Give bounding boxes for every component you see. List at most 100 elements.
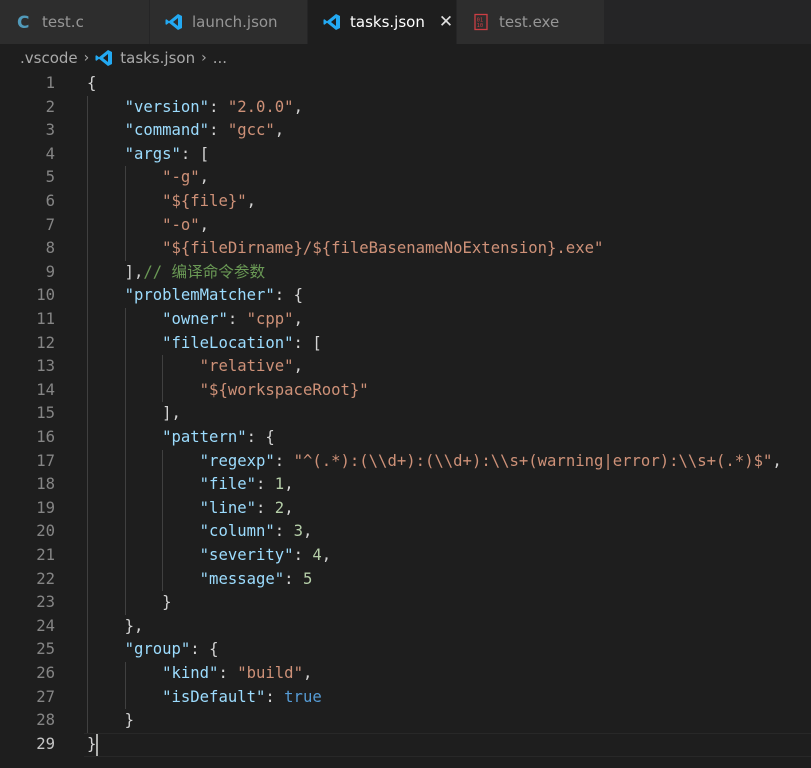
indent-guide [87,355,88,379]
tab-label: test.c [42,13,84,31]
code-line[interactable]: 14 "${workspaceRoot}" [0,378,811,403]
code-line[interactable]: 1{ [0,72,811,96]
line-number: 5 [45,168,55,187]
vscode-icon [323,14,340,30]
indent-guide [124,662,126,686]
code-line[interactable]: 23 } [0,591,811,615]
breadcrumb-more[interactable]: ... [213,49,227,67]
indent-guide [87,142,88,167]
indent-guide [124,166,126,190]
code-line[interactable]: 19 "line": 2, [0,496,811,521]
line-number: 24 [36,616,55,635]
indent-guide [124,591,126,615]
indent-guide [87,378,88,403]
indent-guide [124,237,126,261]
code-text: "fileLocation": [ [162,333,322,352]
code-line[interactable]: 21 "severity": 4, [0,544,811,568]
line-number: 20 [36,522,55,541]
code-text: ],// 编译命令参数 [124,262,266,281]
code-text: "-o", [162,215,210,234]
indent-guide [124,426,126,450]
breadcrumb-file[interactable]: tasks.json [120,49,195,67]
code-line[interactable]: 17 "regexp": "^(.*):(\\d+):(\\d+):\\s+(w… [0,449,811,474]
code-line[interactable]: 10 "problemMatcher": { [0,284,811,308]
indent-guide [124,449,126,474]
line-number: 14 [36,380,55,399]
code-line[interactable]: 3 "command": "gcc", [0,119,811,143]
close-icon[interactable]: ✕ [439,12,453,32]
line-number: 16 [36,428,55,446]
tab-launch-json[interactable]: launch.json [150,0,308,44]
code-line[interactable]: 26 "kind": "build", [0,662,811,686]
line-number: 1 [45,74,55,92]
line-number: 29 [36,734,55,753]
code-line[interactable]: 7 "-o", [0,213,811,238]
code-line[interactable]: 22 "message": 5 [0,567,811,592]
code-line[interactable]: 27 "isDefault": true [0,685,811,710]
code-line[interactable]: 13 "relative", [0,355,811,379]
text-cursor [96,733,99,756]
code-line[interactable]: 25 "group": { [0,638,811,662]
indent-guide [162,449,164,474]
indent-guide [87,544,88,568]
code-line[interactable]: 6 "${file}", [0,190,811,214]
indent-guide [162,544,164,568]
line-number: 27 [36,687,55,706]
code-line[interactable]: 9 ],// 编译命令参数 [0,260,811,285]
chevron-right-icon: › [83,50,90,66]
code-line[interactable]: 24 }, [0,614,811,639]
code-line[interactable]: 5 "-g", [0,166,811,190]
code-line[interactable]: 2 "version": "2.0.0", [0,95,811,120]
line-number: 13 [36,357,55,376]
indent-guide [87,638,88,662]
code-editor[interactable]: 1{2 "version": "2.0.0", 3 "command": "gcc… [0,72,811,768]
line-number: 11 [36,310,55,328]
code-line[interactable]: 8 "${fileDirname}/${fileBasenameNoExtens… [0,237,811,261]
indent-guide [87,331,88,356]
line-number: 28 [36,711,55,730]
indent-guide [162,378,164,403]
code-text: "line": 2, [199,498,294,517]
code-line[interactable]: 12 "fileLocation": [ [0,331,811,356]
tab-test-exe[interactable]: 01 10 test.exe [457,0,605,44]
code-line[interactable]: 18 "file": 1, [0,473,811,497]
indent-guide [87,308,88,332]
line-number: 18 [36,475,55,494]
code-text: "group": { [124,640,219,659]
code-line[interactable]: 28 } [0,709,811,733]
code-text: "-g", [162,168,210,187]
indent-guide [87,426,88,450]
code-text: ], [162,404,181,423]
code-line[interactable]: 29} [0,732,811,757]
tab-tasks-json[interactable]: tasks.json ✕ [308,0,457,44]
code-text: "command": "gcc", [124,121,285,140]
code-text: "${fileDirname}/${fileBasenameNoExtensio… [162,239,604,258]
tab-label: launch.json [192,13,278,31]
line-number: 19 [36,498,55,517]
indent-guide [87,213,88,238]
line-number: 23 [36,593,55,612]
code-line[interactable]: 16 "pattern": { [0,426,811,450]
code-text: } [124,711,134,730]
indent-guide [87,496,88,521]
indent-guide [87,709,88,733]
indent-guide [87,284,88,308]
indent-guide [87,614,88,639]
code-text: "message": 5 [199,569,313,588]
indent-guide [87,685,88,710]
line-number: 7 [45,215,55,234]
tab-test-c[interactable]: C test.c [0,0,150,44]
code-text: } [87,734,97,753]
code-line[interactable]: 4 "args": [ [0,142,811,167]
indent-guide [87,662,88,686]
indent-guide [124,520,126,544]
code-text: "owner": "cpp", [162,310,303,328]
code-line[interactable]: 11 "owner": "cpp", [0,308,811,332]
code-text: "relative", [199,357,303,376]
chevron-right-icon: › [201,50,207,66]
code-line[interactable]: 15 ], [0,402,811,426]
breadcrumb-folder[interactable]: .vscode [20,49,78,67]
c-file-icon: C [17,13,29,31]
indent-guide [162,355,164,379]
code-line[interactable]: 20 "column": 3, [0,520,811,544]
